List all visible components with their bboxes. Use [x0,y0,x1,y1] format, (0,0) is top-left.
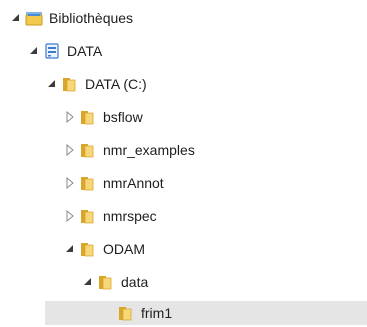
drive-icon [43,42,61,60]
tree-item-label: ODAM [103,241,145,257]
tree-item-label: nmrspec [103,208,157,224]
folder-icon [97,273,115,291]
folder-icon [79,207,97,225]
collapsed-arrow-icon[interactable] [64,111,76,123]
tree-item-label: DATA (C:) [85,76,147,92]
tree-item-odam[interactable]: ODAM [64,237,145,261]
folder-icon [61,75,79,93]
tree-item-label: Bibliothèques [49,10,134,26]
collapsed-arrow-icon[interactable] [64,177,76,189]
expanded-arrow-icon[interactable] [10,12,22,24]
tree-item-nmr-examples[interactable]: nmr_examples [64,138,195,162]
collapsed-arrow-icon[interactable] [64,210,76,222]
tree-item-label: data [121,274,149,290]
folder-icon [79,141,97,159]
collapsed-arrow-icon[interactable] [64,144,76,156]
tree-item-data-c[interactable]: DATA (C:) [46,72,147,96]
tree-item-label: nmrAnnot [103,175,164,191]
tree-item-nmrannot[interactable]: nmrAnnot [64,171,164,195]
tree-item-label: nmr_examples [103,142,195,158]
tree-item-data-folder[interactable]: data [82,270,148,294]
tree-item-data-drive[interactable]: DATA [28,39,102,63]
folder-icon [79,240,97,258]
tree-item-label: DATA [67,43,103,59]
tree-item-nmrspec[interactable]: nmrspec [64,204,157,228]
tree-item-frim1[interactable]: frim1 [45,301,367,325]
tree-item-bibliotheques[interactable]: Bibliothèques [10,6,133,30]
library-icon [25,9,43,27]
tree-item-bsflow[interactable]: bsflow [64,105,143,129]
expanded-arrow-icon[interactable] [82,276,94,288]
expanded-arrow-icon[interactable] [28,45,40,57]
tree-item-label: frim1 [141,305,173,321]
expanded-arrow-icon[interactable] [64,243,76,255]
expanded-arrow-icon[interactable] [46,78,58,90]
folder-tree: Bibliothèques DATA DATA (C:) bsflow nmr_… [0,0,367,327]
folder-icon [79,108,97,126]
folder-icon [117,304,135,322]
tree-item-label: bsflow [103,109,143,125]
folder-icon [79,174,97,192]
